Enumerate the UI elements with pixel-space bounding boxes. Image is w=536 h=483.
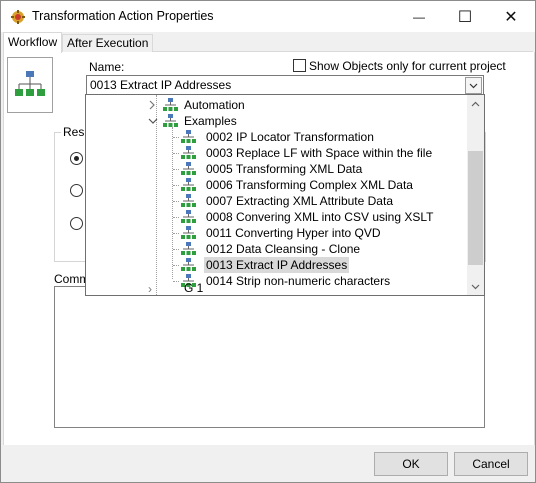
workflow-icon bbox=[181, 194, 196, 207]
maximize-icon: ☐ bbox=[457, 8, 473, 26]
tree-item-label: 0005 Transforming XML Data bbox=[206, 162, 363, 176]
result-radio-2[interactable] bbox=[70, 184, 83, 197]
tree-connector-line bbox=[173, 281, 179, 282]
workflow-icon bbox=[181, 178, 196, 191]
workflow-folder-icon bbox=[163, 114, 178, 127]
dropdown-scrollbar[interactable] bbox=[467, 95, 484, 295]
tree-item-label: 0003 Replace LF with Space within the fi… bbox=[206, 146, 433, 160]
tree-folder-label: Examples bbox=[184, 114, 237, 128]
title-bar: Transformation Action Properties — ☐ ✕ bbox=[1, 1, 535, 32]
workflow-icon bbox=[181, 226, 196, 239]
workflow-icon bbox=[181, 210, 196, 223]
chevron-right-icon bbox=[149, 100, 155, 110]
result-radio-3[interactable] bbox=[70, 217, 83, 230]
tree-connector-line bbox=[173, 201, 179, 202]
tree-folder-label: G 1 bbox=[184, 281, 204, 295]
app-icon bbox=[11, 10, 25, 24]
tree-connector-line bbox=[173, 137, 179, 138]
workflow-folder-icon bbox=[163, 98, 178, 111]
workflow-icon bbox=[181, 130, 196, 143]
chevron-right-icon: › bbox=[148, 282, 152, 296]
tab-after-execution[interactable]: After Execution bbox=[62, 34, 154, 52]
cancel-button[interactable]: Cancel bbox=[454, 452, 528, 476]
tree-connector-line bbox=[173, 233, 179, 234]
radio-selected-dot bbox=[74, 156, 79, 161]
tree-connector-line bbox=[173, 265, 179, 266]
scroll-down-button[interactable] bbox=[467, 278, 484, 295]
maximize-button[interactable]: ☐ bbox=[442, 1, 488, 32]
workflow-icon bbox=[181, 258, 196, 271]
chevron-down-icon bbox=[471, 284, 480, 289]
tree-connector-line bbox=[173, 249, 179, 250]
tab-workflow[interactable]: Workflow bbox=[3, 32, 63, 53]
name-combobox-value: 0013 Extract IP Addresses bbox=[90, 78, 232, 92]
result-radio-1[interactable] bbox=[70, 152, 83, 165]
tree-item-label: 0014 Strip non-numeric characters bbox=[206, 274, 391, 288]
tree-item-label: 0012 Data Cleansing - Clone bbox=[206, 242, 361, 256]
comments-textarea[interactable] bbox=[54, 286, 485, 428]
tree-item-label: 0008 Convering XML into CSV using XSLT bbox=[206, 210, 434, 224]
minimize-icon: — bbox=[413, 9, 425, 24]
tree-connector-line bbox=[173, 217, 179, 218]
workflow-icon bbox=[181, 162, 196, 175]
close-button[interactable]: ✕ bbox=[488, 1, 534, 32]
show-objects-label[interactable]: Show Objects only for current project bbox=[309, 59, 506, 73]
tree-item-label: 0011 Converting Hyper into QVD bbox=[206, 226, 381, 240]
chevron-down-icon bbox=[469, 83, 478, 89]
tree-connector-line bbox=[172, 127, 173, 279]
dialog-window: Transformation Action Properties — ☐ ✕ W… bbox=[0, 0, 536, 483]
workflow-icon bbox=[181, 146, 196, 159]
close-icon: ✕ bbox=[504, 8, 518, 26]
scroll-thumb[interactable] bbox=[468, 151, 483, 265]
tree-item-label: 0013 Extract IP Addresses bbox=[204, 257, 350, 273]
chevron-down-icon bbox=[148, 118, 158, 124]
tree-connector-line bbox=[173, 185, 179, 186]
chevron-up-icon bbox=[471, 101, 480, 106]
window-title: Transformation Action Properties bbox=[32, 9, 214, 23]
tree-connector-line bbox=[173, 169, 179, 170]
workflow-icon bbox=[7, 57, 53, 113]
scroll-up-button[interactable] bbox=[467, 95, 484, 112]
ok-button[interactable]: OK bbox=[374, 452, 448, 476]
tree-connector-line bbox=[173, 153, 179, 154]
tree-item-label: 0002 IP Locator Transformation bbox=[206, 130, 374, 144]
tree-folder-label: Automation bbox=[184, 98, 245, 112]
tree-item-label: 0007 Extracting XML Attribute Data bbox=[206, 194, 393, 208]
tree-item-label: 0006 Transforming Complex XML Data bbox=[206, 178, 413, 192]
name-combobox[interactable]: 0013 Extract IP Addresses bbox=[86, 75, 484, 95]
minimize-button[interactable]: — bbox=[396, 1, 442, 32]
show-objects-checkbox[interactable] bbox=[293, 59, 306, 72]
name-dropdown-tree[interactable]: Automation Examples 0002 IP Locator Tran… bbox=[85, 94, 485, 296]
combobox-dropdown-button[interactable] bbox=[465, 77, 482, 94]
workflow-icon bbox=[181, 242, 196, 255]
name-label: Name: bbox=[89, 60, 125, 74]
